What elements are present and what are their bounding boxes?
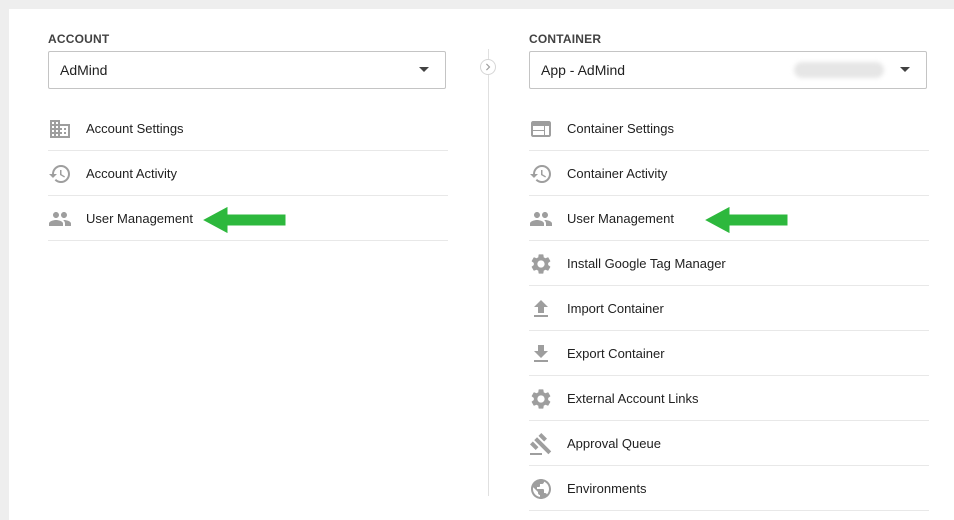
menu-item-label: User Management (86, 211, 193, 226)
install-gtm-item[interactable]: Install Google Tag Manager (529, 241, 929, 286)
globe-icon (531, 479, 551, 499)
account-activity-item[interactable]: Account Activity (48, 151, 448, 196)
menu-item-label: External Account Links (567, 391, 699, 406)
history-icon (530, 165, 551, 183)
external-account-links-item[interactable]: External Account Links (529, 376, 929, 421)
container-menu: Container Settings Container Activity Us… (529, 106, 929, 511)
download-icon (534, 345, 548, 362)
menu-item-label: User Management (567, 211, 674, 226)
gavel-icon (529, 433, 552, 455)
menu-item-label: Account Activity (86, 166, 178, 181)
upload-icon (534, 300, 548, 317)
dropdown-caret-icon (900, 67, 910, 72)
menu-item-label: Environments (567, 481, 647, 496)
import-container-item[interactable]: Import Container (529, 286, 929, 331)
green-arrow-annotation (200, 205, 287, 235)
gear-icon (531, 389, 551, 409)
building-icon (50, 120, 70, 138)
export-container-item[interactable]: Export Container (529, 331, 929, 376)
menu-item-label: Import Container (567, 301, 664, 316)
account-select-value: AdMind (60, 62, 108, 78)
column-divider (488, 49, 489, 496)
container-settings-item[interactable]: Container Settings (529, 106, 929, 151)
menu-item-label: Approval Queue (567, 436, 661, 451)
container-activity-item[interactable]: Container Activity (529, 151, 929, 196)
people-icon (49, 212, 71, 226)
approval-queue-item[interactable]: Approval Queue (529, 421, 929, 466)
dropdown-caret-icon (419, 67, 429, 72)
menu-item-label: Install Google Tag Manager (567, 256, 726, 271)
admin-panel: ACCOUNT AdMind Account Settings Account … (9, 9, 954, 520)
web-window-icon (531, 121, 551, 137)
menu-item-label: Account Settings (86, 121, 184, 136)
menu-item-label: Container Activity (567, 166, 668, 181)
account-settings-item[interactable]: Account Settings (48, 106, 448, 151)
environments-item[interactable]: Environments (529, 466, 929, 511)
green-arrow-annotation (702, 205, 789, 235)
menu-item-label: Container Settings (567, 121, 674, 136)
gear-icon (531, 254, 551, 274)
account-select[interactable]: AdMind (48, 51, 446, 89)
account-section-label: ACCOUNT (48, 32, 110, 46)
menu-item-label: Export Container (567, 346, 665, 361)
history-icon (49, 165, 70, 183)
people-icon (530, 212, 552, 226)
container-select-value: App - AdMind (541, 62, 626, 78)
redacted-container-id (794, 62, 884, 78)
chevron-right-icon (480, 59, 496, 75)
container-section-label: CONTAINER (529, 32, 602, 46)
container-select[interactable]: App - AdMind (529, 51, 927, 89)
